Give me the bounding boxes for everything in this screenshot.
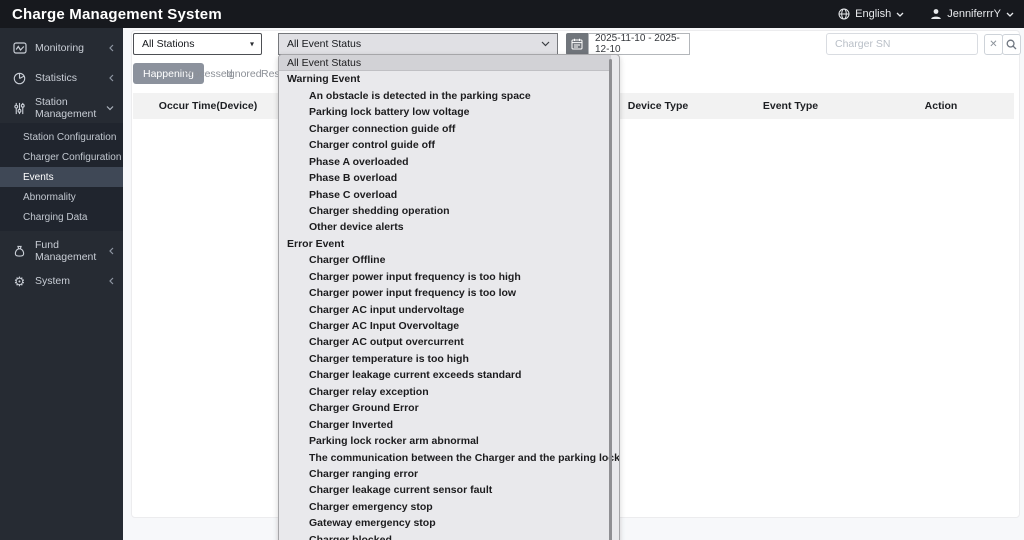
date-range-input[interactable]: 2025-11-10 - 2025-12-10 — [588, 33, 690, 55]
chevron-down-icon — [106, 106, 114, 111]
event-status-option[interactable]: Parking lock battery low voltage — [279, 104, 619, 120]
sidebar-item-charger-configuration[interactable]: Charger Configuration — [0, 147, 123, 167]
event-status-option[interactable]: Phase A overloaded — [279, 154, 619, 170]
chevron-left-icon — [109, 74, 114, 82]
event-status-option[interactable]: Charger Inverted — [279, 417, 619, 433]
dropdown-scrollbar[interactable] — [609, 59, 612, 540]
chevron-left-icon — [109, 44, 114, 52]
event-status-option[interactable]: Parking lock rocker arm abnormal — [279, 433, 619, 449]
chevron-down-icon — [896, 12, 904, 17]
search-button[interactable] — [1002, 34, 1021, 55]
sidebar-item-events[interactable]: Events — [0, 167, 123, 187]
username-label: JenniferrrY — [947, 8, 1001, 20]
language-label: English — [855, 8, 892, 20]
topbar: Charge Management System English Jennife… — [0, 0, 1024, 28]
clear-search-button[interactable]: ✕ — [984, 34, 1003, 55]
event-status-option[interactable]: Phase B overload — [279, 170, 619, 186]
chevron-down-icon — [541, 41, 550, 47]
event-status-option[interactable]: Charger leakage current sensor fault — [279, 482, 619, 498]
tab-ignored[interactable]: Ignored — [226, 63, 262, 84]
sidebar-item-system[interactable]: ⚙ System — [0, 266, 123, 296]
user-menu[interactable]: JenniferrrY — [930, 8, 1014, 20]
event-status-group-label: Warning Event — [287, 73, 361, 86]
event-status-option[interactable]: Charger blocked — [279, 532, 619, 540]
event-status-option[interactable]: Charger AC input undervoltage — [279, 302, 619, 318]
event-status-dropdown: All Event Status Warning Event An obstacle… — [278, 54, 620, 540]
monitor-chart-icon — [12, 41, 27, 56]
chevron-left-icon — [109, 277, 114, 285]
sidebar: Monitoring Statistics Station Management — [0, 28, 123, 540]
page: Charge Management System English Jennife… — [0, 0, 1024, 540]
money-bag-icon — [12, 244, 27, 259]
event-status-option-selected[interactable]: All Event Status — [279, 55, 611, 72]
event-status-option[interactable]: Charger AC output overcurrent — [279, 334, 619, 350]
chevron-down-icon — [1006, 12, 1014, 17]
charger-sn-placeholder: Charger SN — [835, 38, 891, 50]
event-status-option[interactable]: Charger Offline — [279, 252, 619, 268]
sidebar-item-label: Statistics — [35, 72, 78, 84]
sliders-icon — [12, 101, 27, 116]
event-status-option[interactable]: Charger control guide off — [279, 137, 619, 153]
chevron-left-icon — [109, 247, 114, 255]
app-title: Charge Management System — [12, 5, 222, 23]
sidebar-item-label: System — [35, 275, 71, 287]
event-status-option[interactable]: An obstacle is detected in the parking s… — [279, 88, 619, 104]
pie-chart-icon — [12, 71, 27, 86]
sidebar-item-station-configuration[interactable]: Station Configuration — [0, 127, 123, 147]
event-status-option[interactable]: Other device alerts — [279, 219, 619, 235]
sidebar-item-statistics[interactable]: Statistics — [0, 63, 123, 93]
topbar-right: English JenniferrrY — [838, 0, 1014, 28]
caret-down-icon: ▾ — [249, 39, 254, 49]
column-header-occur-time: Occur Time(Device) — [158, 100, 258, 112]
calendar-button[interactable] — [566, 33, 588, 55]
gear-icon: ⚙ — [13, 273, 26, 289]
event-status-option[interactable]: Charger power input frequency is too hig… — [279, 269, 619, 285]
event-status-option[interactable]: Charger leakage current exceeds standard — [279, 367, 619, 383]
event-status-option[interactable]: Gateway emergency stop — [279, 515, 619, 531]
event-status-select[interactable]: All Event Status — [278, 33, 558, 55]
station-select[interactable]: All Stations ▾ — [133, 33, 262, 55]
search-icon — [1006, 39, 1017, 50]
user-icon — [931, 9, 942, 19]
language-menu[interactable]: English — [838, 8, 904, 20]
sidebar-item-charging-data[interactable]: Charging Data — [0, 207, 123, 227]
event-status-group-label: Error Event — [287, 237, 345, 250]
sidebar-item-station-management[interactable]: Station Management — [0, 93, 123, 123]
column-header-event-type: Event Type — [762, 100, 819, 112]
sidebar-item-fund-management[interactable]: Fund Management — [0, 236, 123, 266]
sidebar-item-label: Monitoring — [35, 42, 85, 54]
sidebar-item-abnormality[interactable]: Abnormality — [0, 187, 123, 207]
event-status-option[interactable]: The communication between the Charger an… — [279, 450, 619, 466]
event-status-option[interactable]: Charger temperature is too high — [279, 351, 619, 367]
sidebar-item-monitoring[interactable]: Monitoring — [0, 33, 123, 63]
event-status-option[interactable]: Charger ranging error — [279, 466, 619, 482]
event-status-option[interactable]: Charger AC Input Overvoltage — [279, 318, 619, 334]
close-icon: ✕ — [989, 39, 998, 50]
event-status-option[interactable]: Charger shedding operation — [279, 203, 619, 219]
calendar-icon — [571, 38, 583, 50]
globe-icon — [838, 8, 850, 20]
event-status-option[interactable]: Charger connection guide off — [279, 121, 619, 137]
event-status-option[interactable]: Phase C overload — [279, 187, 619, 203]
event-status-option[interactable]: Charger relay exception — [279, 384, 619, 400]
event-status-option[interactable]: Charger power input frequency is too low — [279, 285, 619, 301]
station-management-submenu: Station Configuration Charger Configurat… — [0, 123, 123, 231]
column-header-action: Action — [924, 100, 958, 112]
charger-sn-input[interactable]: Charger SN — [826, 33, 978, 55]
event-status-option[interactable]: Charger Ground Error — [279, 400, 619, 416]
event-status-option[interactable]: Charger emergency stop — [279, 499, 619, 515]
